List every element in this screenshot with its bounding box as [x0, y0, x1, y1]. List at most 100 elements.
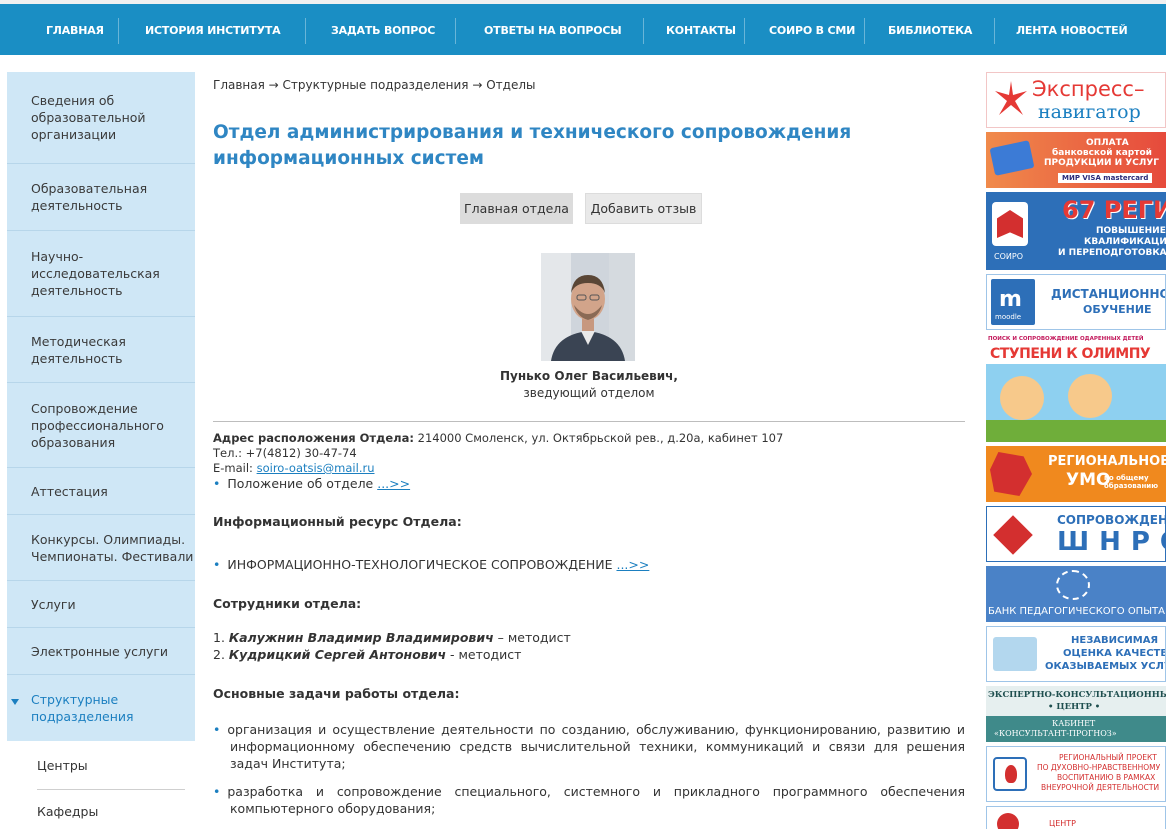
department-home-button[interactable]: Главная отдела: [460, 193, 573, 224]
expand-triangle-icon: [11, 699, 19, 705]
nav-home[interactable]: ГЛАВНАЯ: [46, 24, 104, 37]
olympiad-steps-banner[interactable]: ПОИСК И СОПРОВОЖДЕНИЕ ОДАРЕННЫХ ДЕТЕЙ СТ…: [986, 334, 1166, 442]
sidebar-item-org-info[interactable]: Сведения об образовательной организации: [7, 72, 195, 164]
sidebar-item-label: Структурные подразделения: [31, 692, 134, 724]
nav-media[interactable]: СОИРО В СМИ: [769, 24, 855, 37]
quality-assessment-banner[interactable]: НЕЗАВИСИМАЯ ОЦЕНКА КАЧЕСТВА ОКАЗЫВАЕМЫХ …: [986, 626, 1166, 682]
email-label: E-mail:: [213, 461, 257, 475]
banner-text: КВАЛИФИКАЦИИ: [1084, 237, 1166, 247]
banner-text: по общему образованию: [1104, 474, 1159, 490]
breadcrumb-current: Отделы: [486, 78, 536, 92]
breadcrumb-home[interactable]: Главная: [213, 78, 265, 92]
nav-library[interactable]: БИБЛИОТЕКА: [888, 24, 972, 37]
email-link[interactable]: soiro-oatsis@mail.ru: [257, 461, 375, 475]
sidebar-item-label: Услуги: [31, 596, 76, 612]
sidebar-item-structural-units[interactable]: Структурные подразделения: [7, 675, 195, 741]
sidebar-item-label: Конкурсы. Олимпиады. Чемпионаты. Фестива…: [31, 531, 194, 564]
breadcrumb-structural-units[interactable]: Структурные подразделения: [283, 78, 469, 92]
express-navigator-banner[interactable]: Экспресс– навигатор: [986, 72, 1166, 128]
book-icon: [993, 637, 1037, 671]
sidebar-item-e-services[interactable]: Электронные услуги: [7, 628, 195, 675]
sidebar-item-label: Сопровождение профессионального образова…: [31, 400, 164, 450]
arrow-star-icon: [995, 81, 1027, 115]
banner-text: ОБУЧЕНИЕ: [1083, 303, 1152, 316]
bullet-icon: •: [213, 476, 221, 491]
banner-text: ОПЛАТА: [1086, 138, 1129, 148]
page-title: Отдел администрирования и технического с…: [213, 122, 852, 169]
bank-card-icon: [989, 140, 1035, 176]
moodle-logo-icon: m moodle: [991, 279, 1035, 325]
banner-text: moodle: [995, 313, 1022, 321]
nav-divider: [744, 18, 745, 44]
resource-line: • ИНФОРМАЦИОННО-ТЕХНОЛОГИЧЕСКОЕ СОПРОВОЖД…: [213, 557, 649, 572]
sidebar-item-services[interactable]: Услуги: [7, 581, 195, 628]
task-item: • разработка и сопровождение специального…: [213, 783, 965, 817]
center-banner[interactable]: ЦЕНТР: [986, 806, 1166, 829]
region-67-banner[interactable]: 67 РЕГИОН ПОВЫШЕНИЕ КВАЛИФИКАЦИИ И ПЕРЕП…: [986, 192, 1166, 270]
shnro-banner[interactable]: СОПРОВОЖДЕНИЕ ШНРО: [986, 506, 1166, 562]
task-text: разработка и сопровождение специального,…: [227, 784, 965, 816]
task-item: • организация и осуществление деятельност…: [213, 721, 965, 772]
staff-row: 1. Калужнин Владимир Владимирович – мето…: [213, 630, 571, 645]
address-line: Адрес расположения Отдела: 214000 Смолен…: [213, 431, 783, 445]
divider: [213, 421, 965, 422]
banner-text: ПОИСК И СОПРОВОЖДЕНИЕ ОДАРЕННЫХ ДЕТЕЙ: [988, 336, 1144, 342]
nav-ask-question[interactable]: ЗАДАТЬ ВОПРОС: [331, 24, 435, 37]
staff-role: – методист: [493, 630, 571, 645]
address-label: Адрес расположения Отдела:: [213, 431, 414, 445]
banner-text: СТУПЕНИ К ОЛИМПУ: [990, 346, 1151, 362]
sidebar-item-research[interactable]: Научно-исследовательская деятельность: [7, 231, 195, 317]
sidebar-item-education[interactable]: Образовательная деятельность: [7, 164, 195, 231]
banner-text: ПОВЫШЕНИЕ: [1096, 226, 1166, 236]
banner-text: ЦЕНТР: [1049, 819, 1076, 828]
nav-news-feed[interactable]: ЛЕНТА НОВОСТЕЙ: [1016, 24, 1128, 37]
bullet-icon: •: [213, 557, 221, 572]
banner-text: ПРОДУКЦИИ И УСЛУГ: [1044, 158, 1159, 168]
resource-more-link[interactable]: ...>>: [616, 557, 649, 572]
sidebar-subitem-centers[interactable]: Центры: [7, 741, 195, 789]
banner-text: ПО ДУХОВНО-НРАВСТВЕННОМУ: [1037, 763, 1161, 772]
apple-icon: [997, 813, 1019, 829]
banner-text: СОПРОВОЖДЕНИЕ: [1057, 513, 1165, 527]
nav-answers[interactable]: ОТВЕТЫ НА ВОПРОСЫ: [484, 24, 622, 37]
payment-banner[interactable]: ОПЛАТА банковской картой ПРОДУКЦИИ И УСЛ…: [986, 132, 1166, 188]
diamond-logo-icon: [993, 515, 1033, 555]
regulation-more-link[interactable]: ...>>: [377, 476, 410, 491]
banner-text: СОИРО: [994, 252, 1023, 261]
staff-name: Кудрицкий Сергей Антонович: [228, 647, 447, 662]
sidebar-item-contests[interactable]: Конкурсы. Олимпиады. Чемпионаты. Фестива…: [7, 515, 195, 581]
banner-text: ДИСТАНЦИОННОЕ: [1051, 287, 1166, 301]
banner-text: МИР VISA mastercard: [1058, 173, 1153, 183]
banner-text: БАНК ПЕДАГОГИЧЕСКОГО ОПЫТА: [988, 606, 1165, 617]
sidebar-subitem-departments[interactable]: Кафедры: [7, 790, 195, 829]
distance-learning-banner[interactable]: m moodle ДИСТАНЦИОННОЕ ОБУЧЕНИЕ: [986, 274, 1166, 330]
bullet-icon: •: [213, 722, 221, 737]
sidebar-item-certification[interactable]: Аттестация: [7, 468, 195, 515]
expert-consulting-banner[interactable]: ЭКСПЕРТНО-КОНСУЛЬТАЦИОННЫЙ • ЦЕНТР • КАБ…: [986, 686, 1166, 742]
nav-history[interactable]: ИСТОРИЯ ИНСТИТУТА: [145, 24, 281, 37]
teaching-experience-bank-banner[interactable]: БАНК ПЕДАГОГИЧЕСКОГО ОПЫТА: [986, 566, 1166, 622]
task-text: организация и осуществление деятельности…: [227, 722, 965, 771]
nav-divider: [864, 18, 865, 44]
nav-divider: [455, 18, 456, 44]
nav-divider: [643, 18, 644, 44]
nav-divider: [994, 18, 995, 44]
regional-project-banner[interactable]: РЕГИОНАЛЬНЫЙ ПРОЕКТ ПО ДУХОВНО-НРАВСТВЕН…: [986, 746, 1166, 802]
sidebar-item-label: Электронные услуги: [31, 643, 169, 659]
nav-divider: [305, 18, 306, 44]
banner-text: КАБИНЕТ: [1052, 719, 1096, 728]
sidebar-item-vocational[interactable]: Сопровождение профессионального образова…: [7, 383, 195, 468]
banner-text: • ЦЕНТР •: [1048, 702, 1101, 712]
regional-umo-banner[interactable]: РЕГИОНАЛЬНОЕ УМО по общему образованию: [986, 446, 1166, 502]
sidebar-item-label: Научно-исследовательская деятельность: [31, 249, 160, 298]
staff-number: 2.: [213, 647, 229, 662]
sidebar-item-methodical[interactable]: Методическая деятельность: [7, 317, 195, 383]
address-value: 214000 Смоленск, ул. Октябрьской рев., д…: [413, 431, 784, 445]
nav-contacts[interactable]: КОНТАКТЫ: [666, 24, 736, 37]
head-name: Пунько Олег Васильевич,: [500, 369, 678, 383]
bullet-icon: •: [213, 784, 221, 799]
resource-heading: Информационный ресурс Отдела:: [213, 514, 462, 529]
phone-line: Тел.: +7(4812) 30-47-74: [213, 446, 357, 460]
child-illustration-icon: [1068, 374, 1112, 418]
add-review-button[interactable]: Добавить отзыв: [585, 193, 702, 224]
